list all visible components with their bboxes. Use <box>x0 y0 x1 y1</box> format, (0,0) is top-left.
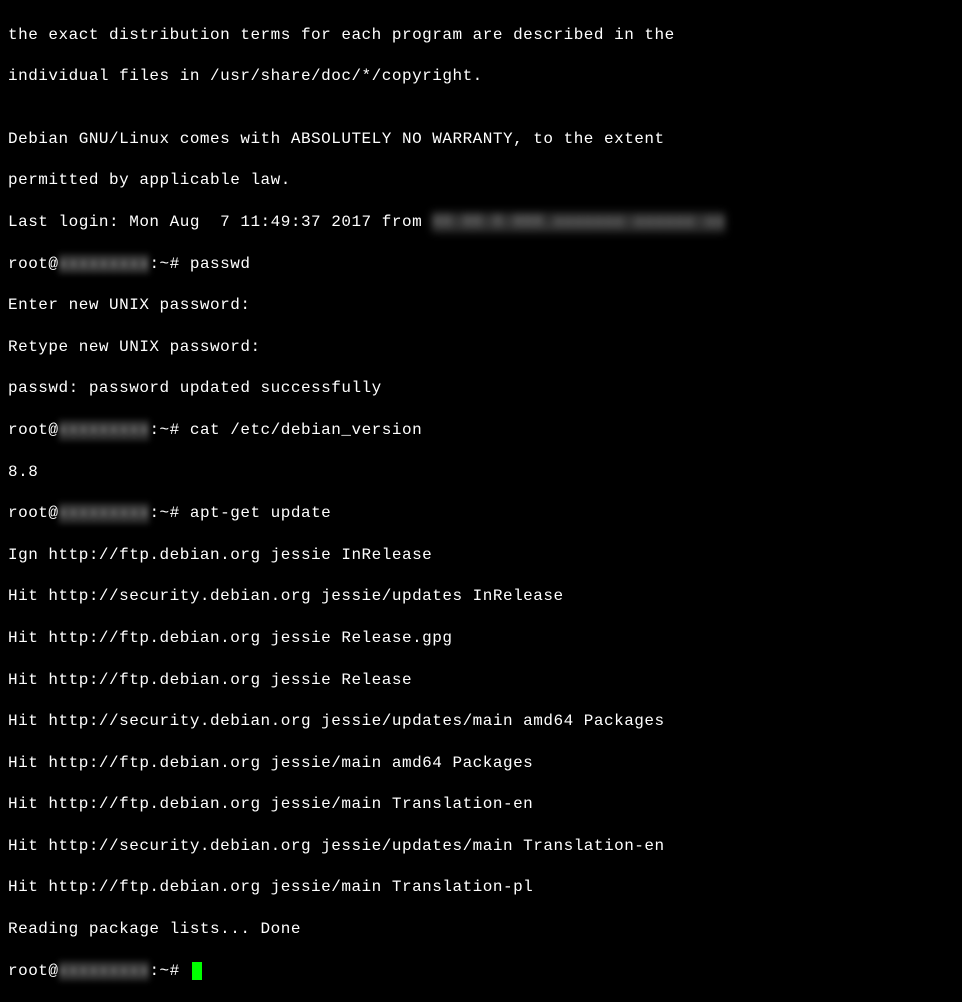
apt-output: Hit http://ftp.debian.org jessie/main am… <box>8 753 954 774</box>
apt-output: Reading package lists... Done <box>8 919 954 940</box>
apt-output: Hit http://security.debian.org jessie/up… <box>8 711 954 732</box>
prompt-path: :~# <box>149 962 189 980</box>
command-text: passwd <box>190 255 251 273</box>
prompt-line[interactable]: root@xxxxxxxxx:~# <box>8 961 954 982</box>
prompt-user: root@ <box>8 421 59 439</box>
prompt-user: root@ <box>8 504 59 522</box>
prompt-path: :~# <box>149 421 189 439</box>
motd-line: Debian GNU/Linux comes with ABSOLUTELY N… <box>8 129 954 150</box>
command-text: apt-get update <box>190 504 331 522</box>
apt-output: Hit http://ftp.debian.org jessie Release <box>8 670 954 691</box>
passwd-output: Retype new UNIX password: <box>8 337 954 358</box>
redacted-host: xxxxxxxxx <box>59 961 150 982</box>
cursor-icon[interactable] <box>192 962 202 980</box>
passwd-output: passwd: password updated successfully <box>8 378 954 399</box>
apt-output: Hit http://ftp.debian.org jessie/main Tr… <box>8 794 954 815</box>
prompt-line: root@xxxxxxxxx:~# apt-get update <box>8 503 954 524</box>
prompt-line: root@xxxxxxxxx:~# passwd <box>8 254 954 275</box>
apt-output: Ign http://ftp.debian.org jessie InRelea… <box>8 545 954 566</box>
redacted-host: xxxxxxxxx <box>59 503 150 524</box>
motd-line: permitted by applicable law. <box>8 170 954 191</box>
version-output: 8.8 <box>8 462 954 483</box>
motd-line: the exact distribution terms for each pr… <box>8 25 954 46</box>
motd-line: individual files in /usr/share/doc/*/cop… <box>8 66 954 87</box>
last-login-prefix: Last login: Mon Aug 7 11:49:37 2017 from <box>8 213 432 231</box>
prompt-path: :~# <box>149 255 189 273</box>
terminal-output[interactable]: the exact distribution terms for each pr… <box>8 4 954 1002</box>
prompt-user: root@ <box>8 255 59 273</box>
apt-output: Hit http://ftp.debian.org jessie Release… <box>8 628 954 649</box>
prompt-user: root@ <box>8 962 59 980</box>
apt-output: Hit http://security.debian.org jessie/up… <box>8 836 954 857</box>
last-login-line: Last login: Mon Aug 7 11:49:37 2017 from… <box>8 212 954 233</box>
apt-output: Hit http://ftp.debian.org jessie/main Tr… <box>8 877 954 898</box>
redacted-host: xxxxxxxxx <box>59 254 150 275</box>
prompt-path: :~# <box>149 504 189 522</box>
command-text: cat /etc/debian_version <box>190 421 422 439</box>
apt-output: Hit http://security.debian.org jessie/up… <box>8 586 954 607</box>
prompt-line: root@xxxxxxxxx:~# cat /etc/debian_versio… <box>8 420 954 441</box>
redacted-hostname: XX-XX-X-XXX.xxxxxxx-xxxxxx-xx <box>432 212 725 233</box>
redacted-host: xxxxxxxxx <box>59 420 150 441</box>
passwd-output: Enter new UNIX password: <box>8 295 954 316</box>
